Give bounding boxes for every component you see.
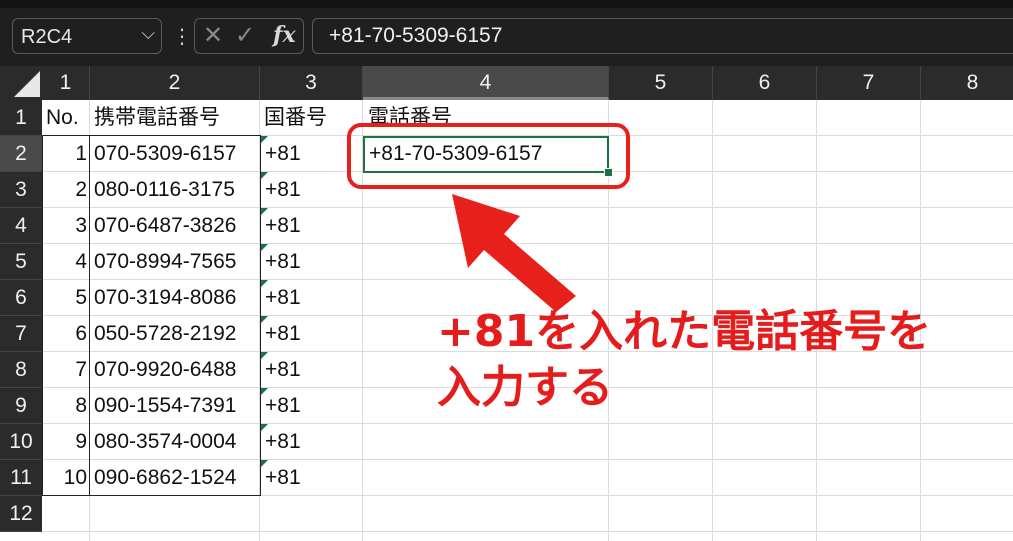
text-number-indicator-icon [261,208,268,215]
row-header-10[interactable]: 10 [0,424,42,460]
column-header-6[interactable]: 6 [713,66,817,100]
text-number-indicator-icon [261,244,268,251]
cell-country[interactable]: +81 [265,388,363,424]
callout-arrow-shape [452,194,576,312]
text-number-indicator-icon [261,388,268,395]
title-strip [0,0,1013,8]
row-header-4[interactable]: 4 [0,208,42,244]
cancel-icon[interactable]: ✕ [203,21,223,49]
text-number-indicator-icon [261,424,268,431]
row-header-3[interactable]: 3 [0,172,42,208]
callout-highlight-box [347,123,630,189]
text-number-indicator-icon [261,460,268,467]
header-cell-mobile[interactable]: 携帯電話番号 [94,100,260,136]
column-header-3[interactable]: 3 [260,66,363,100]
name-box-value: R2C4 [21,26,73,48]
name-box[interactable]: R2C4 ⌵ [12,18,162,54]
table-border-divider [89,135,90,496]
row-header-6[interactable]: 6 [0,280,42,316]
annotation-line-2: 入力する [437,362,613,413]
row-header-9[interactable]: 9 [0,388,42,424]
row-header-1[interactable]: 1 [0,100,42,136]
worksheet-grid[interactable]: 1 2 3 4 5 6 7 8 1 2 3 4 5 6 7 8 9 10 11 12 No. 携帯電話番号 国番号 電話番号 1… [0,66,1013,541]
formula-bar: R2C4 ⌵ ⋮ ✕ ✓ fx +81-70-5309-6157 [0,8,1013,66]
more-options-icon[interactable]: ⋮ [172,22,192,50]
row-header-2[interactable]: 2 [0,136,42,172]
formula-input[interactable]: +81-70-5309-6157 [312,18,1013,54]
select-all-triangle-icon [14,71,40,97]
text-number-indicator-icon [261,316,268,323]
text-number-indicator-icon [261,172,268,179]
text-number-indicator-icon [261,352,268,359]
column-header-7[interactable]: 7 [817,66,921,100]
function-icon[interactable]: fx [273,22,296,48]
enter-icon[interactable]: ✓ [235,21,255,49]
formula-buttons: ✕ ✓ fx [194,18,304,54]
column-header-2[interactable]: 2 [90,66,260,100]
cell-country[interactable]: +81 [265,352,363,388]
column-header-8[interactable]: 8 [921,66,1013,100]
row-header-7[interactable]: 7 [0,316,42,352]
cell-country[interactable]: +81 [265,280,363,316]
text-number-indicator-icon [261,136,268,143]
row-header-11[interactable]: 11 [0,460,42,496]
cell-country[interactable]: +81 [265,424,363,460]
column-header-5[interactable]: 5 [609,66,713,100]
cell-country[interactable]: +81 [265,316,363,352]
cell-country[interactable]: +81 [265,208,363,244]
select-all-button[interactable] [0,66,42,100]
row-header-12[interactable]: 12 [0,496,42,532]
cell-country[interactable]: +81 [265,244,363,280]
table-border [42,135,261,496]
text-number-indicator-icon [261,280,268,287]
column-header-4[interactable]: 4 [363,66,609,100]
chevron-down-icon[interactable]: ⌵ [141,23,155,44]
header-cell-no[interactable]: No. [46,100,90,136]
column-header-1[interactable]: 1 [42,66,90,100]
gridline-horizontal [42,531,1013,532]
row-header-8[interactable]: 8 [0,352,42,388]
cell-country[interactable]: +81 [265,460,363,496]
annotation-line-1: +81を入れた電話番号を [437,306,932,357]
row-header-5[interactable]: 5 [0,244,42,280]
